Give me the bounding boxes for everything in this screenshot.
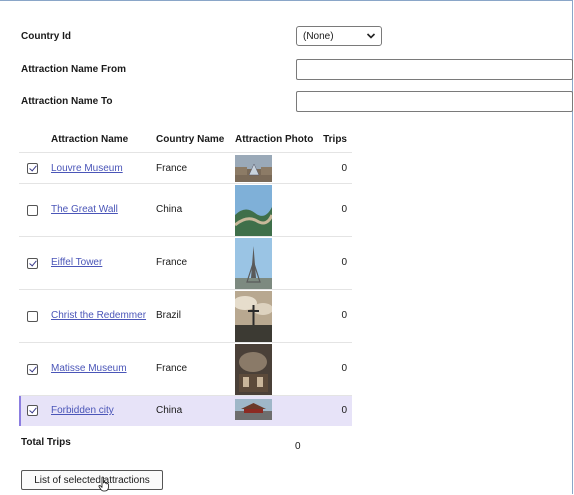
attraction-to-label: Attraction Name To (21, 96, 113, 107)
country-id-label: Country Id (21, 31, 71, 42)
attraction-from-label: Attraction Name From (21, 64, 127, 75)
attraction-from-input[interactable] (296, 59, 573, 80)
attraction-link[interactable]: Christ the Redemmer (51, 310, 146, 321)
matisse-museum-photo (235, 344, 272, 395)
eiffel-tower-photo (235, 238, 272, 289)
row-checkbox[interactable] (27, 258, 38, 269)
table-row[interactable]: Forbidden city China 0 (19, 395, 352, 426)
forbidden-city-photo (235, 399, 272, 420)
chevron-down-icon (366, 30, 376, 45)
country-id-select[interactable]: (None) (296, 26, 382, 46)
trips-count: 0 (341, 257, 347, 268)
total-trips-value: 0 (295, 441, 301, 452)
table-row[interactable]: Christ the Redemmer Brazil 0 (19, 289, 352, 342)
row-checkbox[interactable] (27, 364, 38, 375)
table-row[interactable]: Matisse Museum France 0 (19, 342, 352, 395)
country-name: France (156, 363, 188, 374)
list-selected-attractions-button[interactable]: List of selected attractions (21, 470, 163, 490)
row-checkbox[interactable] (27, 405, 38, 416)
christ-redeemer-photo (235, 291, 272, 342)
header-attraction-photo[interactable]: Attraction Photo (235, 134, 313, 145)
attraction-to-input[interactable] (296, 91, 573, 112)
trips-count: 0 (341, 310, 347, 321)
country-name: France (156, 257, 188, 268)
country-id-value: (None) (303, 30, 334, 42)
row-checkbox[interactable] (27, 311, 38, 322)
attraction-link[interactable]: Matisse Museum (51, 363, 127, 374)
country-name: China (156, 405, 183, 416)
table-row[interactable]: Eiffel Tower France 0 (19, 236, 352, 289)
trips-count: 0 (341, 363, 347, 374)
country-name: China (156, 204, 183, 215)
header-country-name[interactable]: Country Name (156, 134, 224, 145)
country-name: Brazil (156, 310, 182, 321)
header-attraction-name[interactable]: Attraction Name (51, 134, 128, 145)
great-wall-photo (235, 185, 272, 236)
attraction-link[interactable]: The Great Wall (51, 204, 118, 215)
total-trips-label: Total Trips (21, 437, 71, 448)
trips-count: 0 (341, 204, 347, 215)
attraction-link[interactable]: Forbidden city (51, 405, 114, 416)
table-row[interactable]: The Great Wall China 0 (19, 183, 352, 236)
trips-count: 0 (341, 405, 347, 416)
row-checkbox[interactable] (27, 163, 38, 174)
country-name: France (156, 163, 188, 174)
trips-count: 0 (341, 163, 347, 174)
header-trips[interactable]: Trips (323, 134, 347, 145)
table-header: Attraction Name Country Name Attraction … (19, 126, 352, 152)
attraction-link[interactable]: Eiffel Tower (51, 257, 102, 268)
louvre-photo (235, 155, 272, 182)
hand-pointer-icon (98, 476, 109, 492)
attraction-link[interactable]: Louvre Museum (51, 163, 123, 174)
row-checkbox[interactable] (27, 205, 38, 216)
attractions-table: Attraction Name Country Name Attraction … (19, 126, 352, 426)
table-row[interactable]: Louvre Museum France 0 (19, 152, 352, 183)
